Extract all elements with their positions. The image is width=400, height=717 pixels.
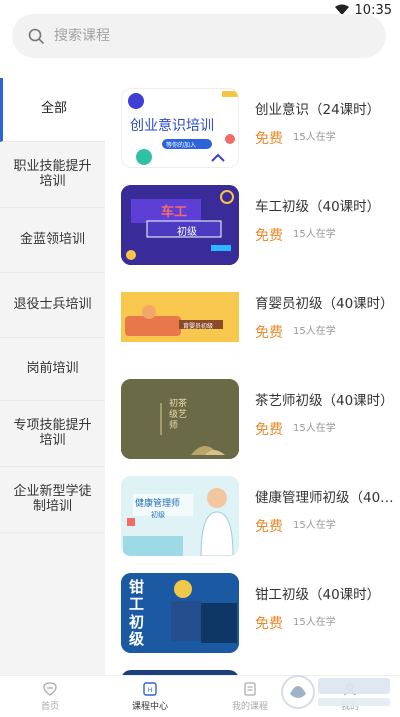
course-learners: 15人在学: [293, 228, 336, 240]
nav-profile[interactable]: 我的: [300, 676, 400, 717]
sidebar-item-label: 金蓝领培训: [19, 231, 85, 247]
course-learners: 15人在学: [293, 131, 336, 143]
nav-course-center[interactable]: H 课程中心: [100, 676, 200, 717]
course-thumbnail: 创业意识培训 等你的加入: [121, 88, 239, 168]
sidebar-item-label: 专项技能提升培训: [13, 418, 92, 448]
my-courses-icon: [244, 682, 256, 696]
category-sidebar: 全部 职业技能提升培训 金蓝领培训 退役士兵培训 岗前培训 专项技能提升培训 企…: [0, 78, 105, 675]
main-content: 全部 职业技能提升培训 金蓝领培训 退役士兵培训 岗前培训 专项技能提升培训 企…: [0, 78, 400, 675]
course-card[interactable]: 初茶级艺师 茶艺师初级（40课时） 免费 15人在学: [105, 379, 400, 476]
course-title: 车工初级（40课时）: [255, 199, 381, 215]
course-card[interactable]: 育婴员初级 育婴员初级（40课时） 免费 15人在学: [105, 282, 400, 379]
course-thumbnail: 钳工初级: [121, 573, 239, 653]
profile-icon: [344, 683, 356, 696]
bottom-nav: 首页 H 课程中心 我的课程 我的: [0, 675, 400, 717]
course-price: 免费: [255, 422, 283, 438]
course-center-icon: H: [143, 682, 157, 696]
course-title: 健康管理师初级（40…: [255, 490, 394, 506]
thumbnail-title: 创业意识培训: [130, 118, 214, 134]
course-price: 免费: [255, 616, 283, 632]
course-thumbnail-art: [121, 476, 239, 556]
nav-label: 我的课程: [231, 702, 268, 712]
course-card[interactable]: 钳工初级 钳工初级（40课时） 免费 15人在学: [105, 573, 400, 670]
nav-my-courses[interactable]: 我的课程: [200, 676, 300, 717]
nav-label: 首页: [40, 702, 59, 712]
course-learners: 15人在学: [293, 616, 336, 628]
thumbnail-title: 车工: [161, 205, 188, 220]
course-title: 育婴员初级（40课时）: [255, 296, 394, 312]
course-learners: 15人在学: [293, 422, 336, 434]
sidebar-item-label: 企业新型学徒制培训: [13, 484, 92, 514]
sidebar-item-gold-blue-collar[interactable]: 金蓝领培训: [0, 208, 105, 273]
thumbnail-title: 初茶级艺师: [169, 399, 188, 431]
course-card[interactable]: 车工 初级 车工初级（40课时） 免费 15人在学: [105, 185, 400, 282]
course-learners: 15人在学: [293, 325, 336, 337]
sidebar-item-all[interactable]: 全部: [0, 78, 105, 142]
course-title: 创业意识（24课时）: [255, 102, 381, 118]
sidebar-item-apprenticeship[interactable]: 企业新型学徒制培训: [0, 467, 105, 533]
search-input[interactable]: [54, 28, 354, 44]
search-bar[interactable]: [12, 14, 386, 58]
course-card[interactable]: 健康管理师 初级 健康管理师初级（40… 免费 15人在学: [105, 476, 400, 573]
sidebar-item-label: 退役士兵培训: [13, 296, 92, 312]
thumbnail-title: 钳工初级: [129, 578, 145, 648]
home-icon: [43, 682, 57, 696]
nav-home[interactable]: 首页: [0, 676, 100, 717]
sidebar-item-label: 全部: [40, 101, 67, 117]
sidebar-item-label: 职业技能提升培训: [13, 159, 92, 189]
thumbnail-subtitle: 初级: [151, 511, 165, 519]
sidebar-item-veterans[interactable]: 退役士兵培训: [0, 273, 105, 338]
thumbnail-subtitle: 等你的加入: [166, 142, 197, 149]
nav-label: 我的: [340, 702, 359, 712]
thumbnail-title: 健康管理师: [135, 499, 181, 509]
course-title: 茶艺师初级（40课时）: [255, 393, 394, 409]
search-icon: [28, 28, 44, 44]
course-price: 免费: [255, 131, 283, 147]
course-list: 创业意识培训 等你的加入 创业意识（24课时） 免费 15人在学 车工 初级 车…: [105, 78, 400, 675]
course-thumbnail: 育婴员初级: [121, 282, 239, 362]
course-price: 免费: [255, 228, 283, 244]
course-price: 免费: [255, 325, 283, 341]
sidebar-item-label: 岗前培训: [26, 360, 79, 376]
thumbnail-title: 育婴员初级: [183, 323, 214, 330]
thumbnail-subtitle: 初级: [177, 227, 197, 238]
sidebar-item-skill-upgrade[interactable]: 职业技能提升培训: [0, 142, 105, 208]
course-thumbnail: 车工 初级: [121, 185, 239, 265]
course-thumbnail: 健康管理师 初级: [121, 476, 239, 556]
sidebar-item-pre-job[interactable]: 岗前培训: [0, 338, 105, 401]
svg-text:H: H: [148, 687, 153, 694]
course-thumbnail: 初茶级艺师: [121, 379, 239, 459]
course-learners: 15人在学: [293, 519, 336, 531]
course-thumbnail-art: [121, 282, 239, 362]
sidebar-item-special-skill[interactable]: 专项技能提升培训: [0, 401, 105, 467]
course-title: 钳工初级（40课时）: [255, 587, 381, 603]
course-card[interactable]: 创业意识培训 等你的加入 创业意识（24课时） 免费 15人在学: [105, 88, 400, 185]
nav-label: 课程中心: [131, 702, 168, 712]
course-price: 免费: [255, 519, 283, 535]
